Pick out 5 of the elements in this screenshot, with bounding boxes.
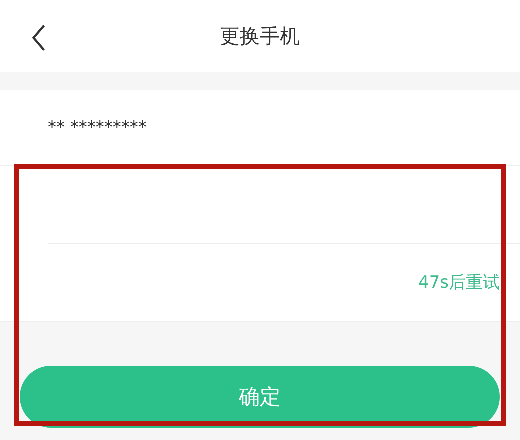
back-icon[interactable] [30,24,48,52]
page-title: 更换手机 [220,22,300,50]
confirm-button[interactable]: 确定 [20,366,500,428]
current-phone-number: ** ********* [48,118,147,138]
resend-countdown[interactable]: 47s后重试 [418,271,500,294]
